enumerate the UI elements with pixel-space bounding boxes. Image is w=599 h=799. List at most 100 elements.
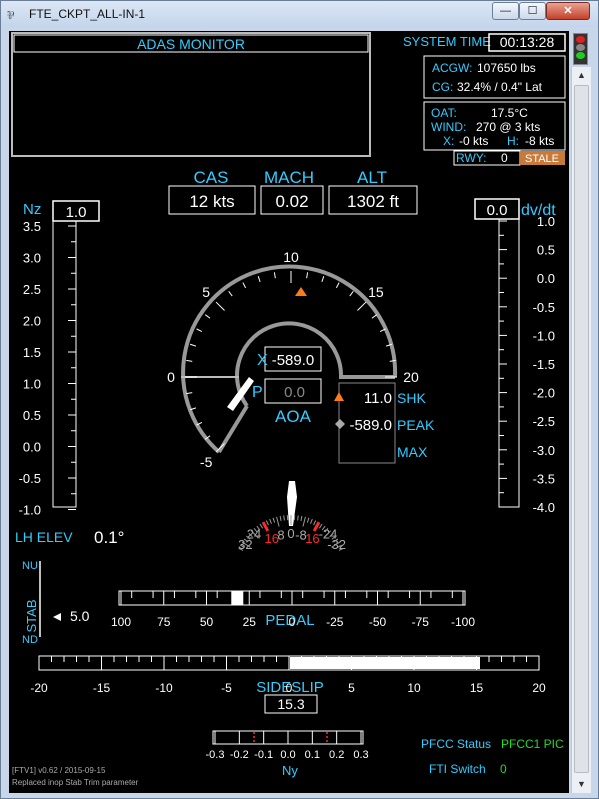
dvdt-tick-label: 1.0 — [537, 214, 555, 229]
ny-scale-label: 0.3 — [353, 749, 368, 761]
system-time-label: SYSTEM TIME — [403, 34, 491, 49]
fti-switch-value: 0 — [500, 762, 507, 776]
fti-switch-label: FTI Switch — [429, 762, 486, 776]
nz-tick-label: 2.5 — [23, 282, 41, 297]
ny-scale-label: 0.1 — [305, 749, 320, 761]
stab-nd-label: ND — [22, 634, 38, 646]
ny-indicator: Ny -0.3 -0.2 -0.1 0.0 0.1 0.2 0.3 — [206, 730, 369, 778]
system-time-panel: SYSTEM TIME 00:13:28 — [403, 33, 566, 52]
sideslip-scale-label: 20 — [532, 681, 546, 695]
sideslip-scale-label: -15 — [93, 681, 111, 695]
crosswind-value: -0 kts — [459, 134, 488, 148]
adas-monitor-panel: ADAS MONITOR — [11, 32, 371, 157]
adas-monitor-title: ADAS MONITOR — [137, 36, 245, 52]
system-time-value: 00:13:28 — [500, 34, 555, 50]
sideslip-scale-label: 15 — [470, 681, 484, 695]
aoa-tick — [371, 314, 378, 319]
ny-scale-label: -0.3 — [206, 749, 225, 761]
roll-tick — [297, 515, 299, 521]
mach-label: MACH — [264, 168, 314, 187]
aoa-tick — [196, 328, 203, 333]
sideslip-scale-label: -20 — [30, 681, 48, 695]
dvdt-tick-label: -2.0 — [533, 386, 555, 401]
dvdt-tick-label: -1.5 — [533, 357, 555, 372]
dvdt-tick-label: -2.5 — [533, 414, 555, 429]
shk-label: SHK — [397, 390, 426, 406]
pedal-scale-label: -25 — [326, 615, 344, 629]
ny-scale-label: 0.2 — [329, 749, 344, 761]
dvdt-tick-label: 0.5 — [537, 243, 555, 258]
alt-label: ALT — [357, 168, 387, 187]
dvdt-tick-label: -3.5 — [533, 471, 555, 486]
aoa-scale-label: -5 — [200, 454, 213, 470]
roll-scale-label: -16 — [301, 531, 320, 546]
stab-trim-indicator: NU ND STAB 5.0 — [22, 560, 90, 646]
pedal-scale-label: -50 — [369, 615, 387, 629]
roll-indicator: 32241680-8-16-24-32 — [238, 481, 346, 552]
alt-value: 1302 ft — [347, 192, 399, 211]
pedal-scale-label: 0 — [289, 615, 296, 629]
scroll-down-arrow-icon[interactable]: ▼ — [572, 776, 591, 793]
headwind-value: -8 kts — [525, 134, 554, 148]
lh-elev-label: LH ELEV — [15, 529, 73, 545]
nz-tick-label: 3.0 — [23, 251, 41, 266]
nz-tape: Nz 1.0 3.5 3.0 2.5 2.0 1.5 1.0 0.5 0.0 -0.5 -1.0 — [19, 200, 100, 518]
close-button[interactable]: ✕ — [546, 2, 590, 20]
lh-elev-value: 0.1° — [94, 528, 124, 547]
peak-diamond-icon — [335, 419, 345, 429]
roll-pointer — [287, 481, 297, 526]
weather-panel: OAT: 17.5°C WIND: 270 @ 3 kts X: -0 kts … — [423, 101, 566, 151]
nz-tick-label: 0.5 — [23, 408, 41, 423]
aoa-scale-label: 10 — [283, 249, 299, 265]
cg-label: CG: — [432, 80, 453, 94]
nz-value: 1.0 — [66, 204, 87, 221]
nz-tick-label: 3.5 — [23, 219, 41, 234]
footer-note: Replaced inop Stab Trim parameter — [12, 778, 139, 787]
pedal-scale-label: -75 — [412, 615, 430, 629]
oat-value: 17.5°C — [491, 106, 528, 120]
pedal-position-marker — [231, 591, 244, 605]
ny-scale-label: 0.0 — [280, 749, 295, 761]
aoa-tick — [349, 290, 354, 297]
sideslip-scale-label: -5 — [221, 681, 232, 695]
wind-label: WIND: — [431, 120, 466, 134]
runway-panel: RWY: 0 STALE — [453, 150, 565, 166]
nz-tick-label: -0.5 — [19, 471, 41, 486]
nz-tick-label: 1.0 — [23, 377, 41, 392]
stab-nu-label: NU — [22, 560, 38, 572]
sideslip-scale-label: 10 — [407, 681, 421, 695]
sideslip-scale-label: -10 — [155, 681, 173, 695]
nz-tick-label: 0.0 — [23, 440, 41, 455]
application-window: ⅌ FTE_CKPT_ALL-IN-1 — ☐ ✕ ADAS MONITOR S… — [0, 0, 599, 799]
roll-scale-label: 0 — [287, 526, 294, 541]
status-light-icon[interactable] — [573, 33, 588, 65]
sideslip-scale-label: 0 — [286, 681, 293, 695]
window-title: FTE_CKPT_ALL-IN-1 — [29, 7, 146, 21]
scroll-thumb[interactable] — [574, 85, 589, 773]
title-bar[interactable]: ⅌ FTE_CKPT_ALL-IN-1 — ☐ ✕ — [1, 1, 598, 27]
aoa-tick — [273, 272, 276, 279]
runway-label: RWY: — [456, 151, 486, 165]
pedal-scale-label: 75 — [157, 615, 171, 629]
stab-label: STAB — [24, 600, 39, 633]
aoa-tick — [204, 314, 211, 319]
roll-tick — [279, 515, 282, 522]
pfcc-status-label: PFCC Status — [421, 737, 491, 751]
pedal-scale-label: 100 — [111, 615, 131, 629]
aoa-scale-label: 5 — [202, 284, 210, 300]
roll-tick — [269, 518, 272, 524]
aoa-tick — [228, 290, 233, 297]
ny-scale-label: -0.1 — [254, 749, 273, 761]
sideslip-indicator: SIDESLIP 15.3 -20 -15 -10 -5 0 5 10 15 20 — [30, 655, 546, 714]
scroll-up-arrow-icon[interactable]: ▲ — [572, 67, 591, 84]
max-label: MAX — [397, 444, 428, 460]
cas-value: 12 kts — [189, 192, 234, 211]
roll-tick — [310, 518, 313, 524]
aoa-tick — [335, 282, 340, 289]
maximize-button[interactable]: ☐ — [519, 2, 546, 20]
nz-tick-label: 1.5 — [23, 345, 41, 360]
aoa-tick — [321, 276, 325, 283]
cockpit-dashboard: ADAS MONITOR SYSTEM TIME 00:13:28 ACGW: … — [11, 32, 566, 787]
minimize-button[interactable]: — — [492, 2, 519, 20]
vertical-scrollbar[interactable]: ▲ ▼ — [571, 67, 591, 793]
